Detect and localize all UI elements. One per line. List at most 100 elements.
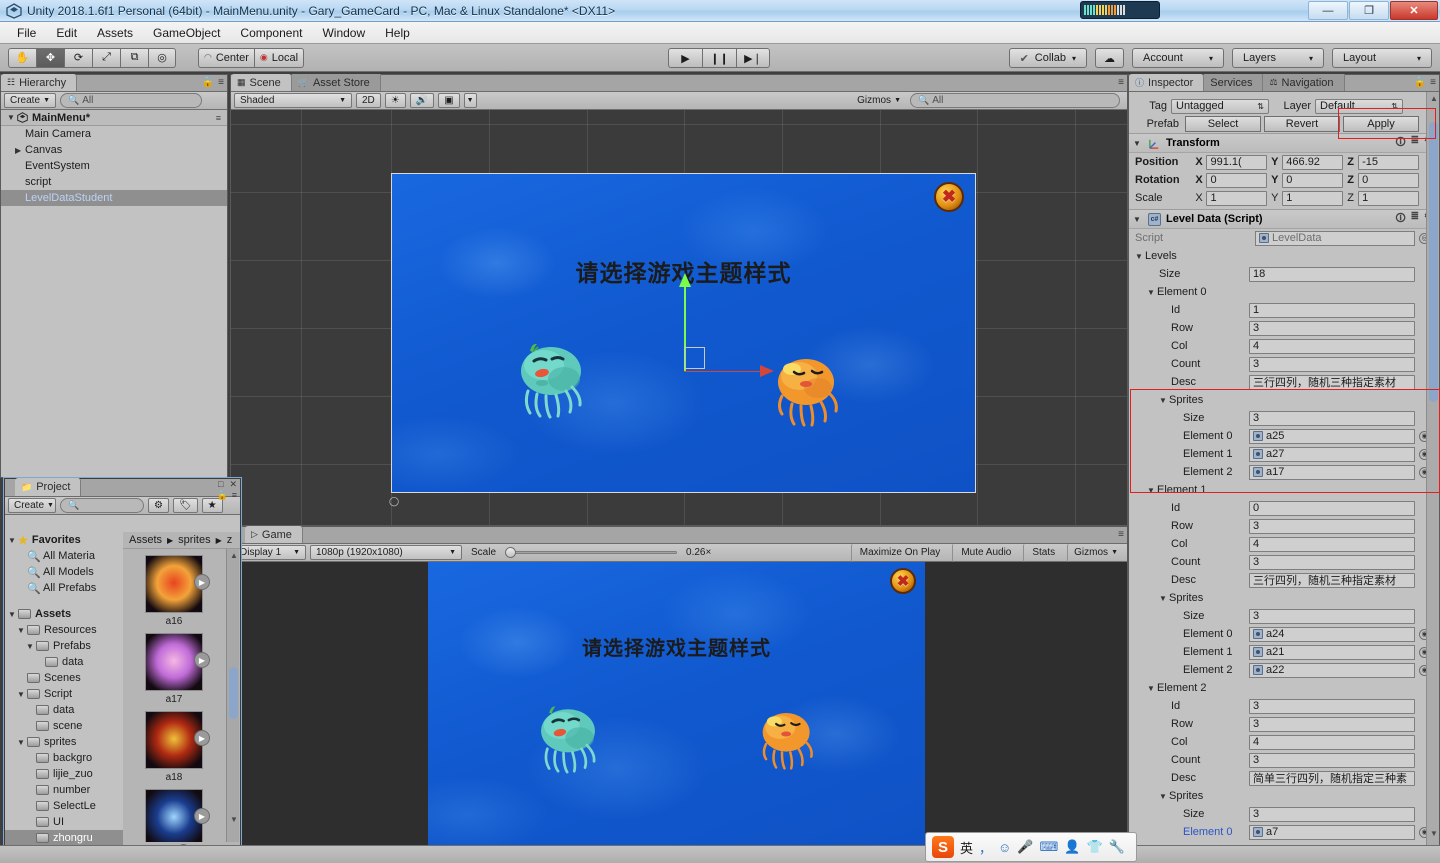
gizmo-xy-plane[interactable] [684, 347, 705, 369]
ime-mode-label[interactable]: 英 [960, 838, 973, 857]
scene-lighting-icon[interactable]: ☀ [384, 93, 406, 108]
project-tree-item-data[interactable]: data [5, 702, 123, 718]
menu-item-help[interactable]: Help [376, 23, 419, 43]
account-button[interactable]: Account ▾ [1132, 48, 1224, 68]
level-element-foldout-2[interactable]: ▼ Element 2 [1129, 679, 1439, 697]
transform-rotation-z-field[interactable]: 0 [1358, 172, 1419, 188]
project-tree-item-number[interactable]: number [5, 782, 123, 798]
transform-tool-button[interactable]: ◎ [148, 47, 176, 68]
asset-item[interactable]: ▶ [123, 789, 225, 842]
pivot-mode-button[interactable]: ◠ Center [198, 47, 254, 68]
inspector-scroll-thumb[interactable] [1429, 122, 1438, 402]
project-tree-item-backgro[interactable]: backgro [5, 750, 123, 766]
asset-grid[interactable]: ▶ a16 ▶ a17 ▶ a18 ▶ [123, 549, 225, 842]
asset-thumbnail[interactable]: ▶ [145, 789, 210, 842]
project-tree-item-selectle[interactable]: SelectLe [5, 798, 123, 814]
tab-project[interactable]: 📁 Project [15, 478, 82, 496]
menu-item-edit[interactable]: Edit [47, 23, 86, 43]
level-1-id-field[interactable]: 0 [1249, 500, 1415, 516]
project-tree-item-all-materia[interactable]: 🔍 All Materia [5, 548, 123, 564]
game-canvas[interactable]: 请选择游戏主题样式 ✖ [231, 562, 1127, 862]
scroll-down-icon[interactable]: ▼ [1430, 829, 1438, 838]
chevron-down-icon[interactable]: ▼ [1135, 252, 1145, 261]
hand-tool-button[interactable]: ✋ [8, 47, 36, 68]
scene-menu-icon[interactable]: ≡ [216, 113, 227, 123]
scale-tool-button[interactable]: ⤢ [92, 47, 120, 68]
rotation-mode-button[interactable]: ◉ Local [253, 47, 305, 68]
chevron-down-icon[interactable]: ▼ [1147, 486, 1157, 495]
scale-slider[interactable] [505, 546, 678, 560]
filter-type-icon[interactable]: ⚙ [148, 498, 169, 513]
script-object-field[interactable]: LevelData [1255, 230, 1415, 246]
shading-mode-dropdown[interactable]: Shaded ▼ [234, 93, 352, 108]
menu-item-assets[interactable]: Assets [88, 23, 142, 43]
level-0-row-field[interactable]: 3 [1249, 320, 1415, 336]
panel-menu-icon[interactable]: ≡ [1118, 77, 1124, 88]
scene-canvas[interactable]: 请选择游戏主题样式 ✖ ◯ [231, 110, 1127, 525]
level-2-col-field[interactable]: 4 [1249, 734, 1415, 750]
panel-menu-icon[interactable]: ≡ [218, 77, 224, 88]
level-element-foldout-0[interactable]: ▼ Element 0 [1129, 283, 1439, 301]
scene-search-input[interactable]: 🔍 All [910, 93, 1120, 108]
transform-scale-y-field[interactable]: 1 [1282, 190, 1344, 206]
level-0-desc-field[interactable]: 三行四列，随机三种指定素材 [1249, 374, 1415, 390]
level-2-sprites-foldout[interactable]: ▼ Sprites [1129, 787, 1439, 805]
chevron-down-icon[interactable]: ▼ [8, 610, 18, 619]
restore-button[interactable]: ❐ [1349, 1, 1389, 20]
gizmo-y-arrow[interactable] [679, 273, 691, 287]
levels-foldout[interactable]: ▼ Levels [1129, 247, 1439, 265]
transform-rotation-x-field[interactable]: 0 [1206, 172, 1268, 188]
create-button[interactable]: Create ▼ [4, 93, 56, 108]
tab-navigation[interactable]: ⚖ Navigation [1263, 74, 1345, 91]
tab-asset-store[interactable]: 🛒 Asset Store [291, 74, 381, 91]
level-2-row-field[interactable]: 3 [1249, 716, 1415, 732]
chevron-down-icon[interactable]: ▼ [1147, 288, 1157, 297]
project-create-button[interactable]: Create ▼ [8, 498, 56, 513]
levels-size-field[interactable]: 18 [1249, 266, 1415, 282]
preset-icon[interactable]: ≣ [1411, 135, 1419, 152]
play-button[interactable]: ▶ [668, 48, 702, 68]
tools-icon[interactable]: 🔧 [1109, 839, 1125, 855]
scroll-up-icon[interactable]: ▲ [1430, 94, 1438, 103]
pause-button[interactable]: ❙❙ [702, 48, 736, 68]
menu-item-component[interactable]: Component [231, 23, 311, 43]
stats-toggle[interactable]: Stats [1023, 543, 1063, 562]
project-tree-item-prefabs[interactable]: ▼ Prefabs [5, 638, 123, 654]
transform-position-y-field[interactable]: 466.92 [1282, 154, 1344, 170]
leveldata-component-header[interactable]: ▼ c# Level Data (Script) 🛈 ≣ ⚙ [1129, 209, 1439, 229]
panel-menu-icon[interactable]: ≡ [1118, 529, 1124, 540]
chevron-right-icon[interactable]: ▶ [15, 146, 25, 155]
project-tree-item-scene[interactable]: scene [5, 718, 123, 734]
scroll-up-icon[interactable]: ▲ [230, 551, 238, 560]
level-2-sprites-size-field[interactable]: 3 [1249, 806, 1415, 822]
tab-game[interactable]: ▷ Game [245, 526, 303, 543]
maximize-on-play-toggle[interactable]: Maximize On Play [850, 543, 949, 562]
prefab-apply-button[interactable]: Apply [1343, 116, 1419, 132]
asset-preview-icon[interactable]: ▶ [194, 730, 210, 746]
hierarchy-item-canvas[interactable]: ▶ Canvas [1, 142, 227, 158]
level-0-id-field[interactable]: 1 [1249, 302, 1415, 318]
level-1-sprite-1-field[interactable]: a21 [1249, 644, 1415, 660]
close-icon[interactable]: ✕ [229, 479, 237, 490]
close-button[interactable]: ✕ [1390, 1, 1438, 20]
level-1-sprites-size-field[interactable]: 3 [1249, 608, 1415, 624]
project-tree[interactable]: ▼ ★ Favorites 🔍 All Materia 🔍 All Models 🔍 All P… [5, 532, 123, 858]
chevron-down-icon[interactable]: ▼ [1133, 139, 1143, 148]
tab-inspector[interactable]: ⓘ Inspector [1129, 74, 1205, 91]
resolution-dropdown[interactable]: 1080p (1920x1080) ▼ [310, 545, 462, 560]
layer-dropdown[interactable]: Default ⇅ [1315, 98, 1403, 114]
rotate-tool-button[interactable]: ⟳ [64, 47, 92, 68]
game-gizmos-dropdown[interactable]: Gizmos ▼ [1067, 543, 1124, 562]
asset-scrollbar[interactable]: ▲ ▼ [226, 549, 239, 842]
chevron-down-icon[interactable]: ▼ [17, 738, 27, 747]
help-icon[interactable]: 🛈 [1395, 211, 1405, 228]
project-search-input[interactable]: 🔍 [60, 498, 144, 513]
project-tree-item-scenes[interactable]: Scenes [5, 670, 123, 686]
lock-icon[interactable]: 🔒 [202, 77, 214, 88]
chevron-down-icon[interactable]: ▼ [17, 626, 27, 635]
step-button[interactable]: ▶❘ [736, 48, 770, 68]
lock-icon[interactable]: 🔒 [217, 490, 228, 501]
project-tree-item-favorites[interactable]: ▼ ★ Favorites [5, 532, 123, 548]
hierarchy-item-eventsystem[interactable]: ▶EventSystem [1, 158, 227, 174]
level-0-count-field[interactable]: 3 [1249, 356, 1415, 372]
